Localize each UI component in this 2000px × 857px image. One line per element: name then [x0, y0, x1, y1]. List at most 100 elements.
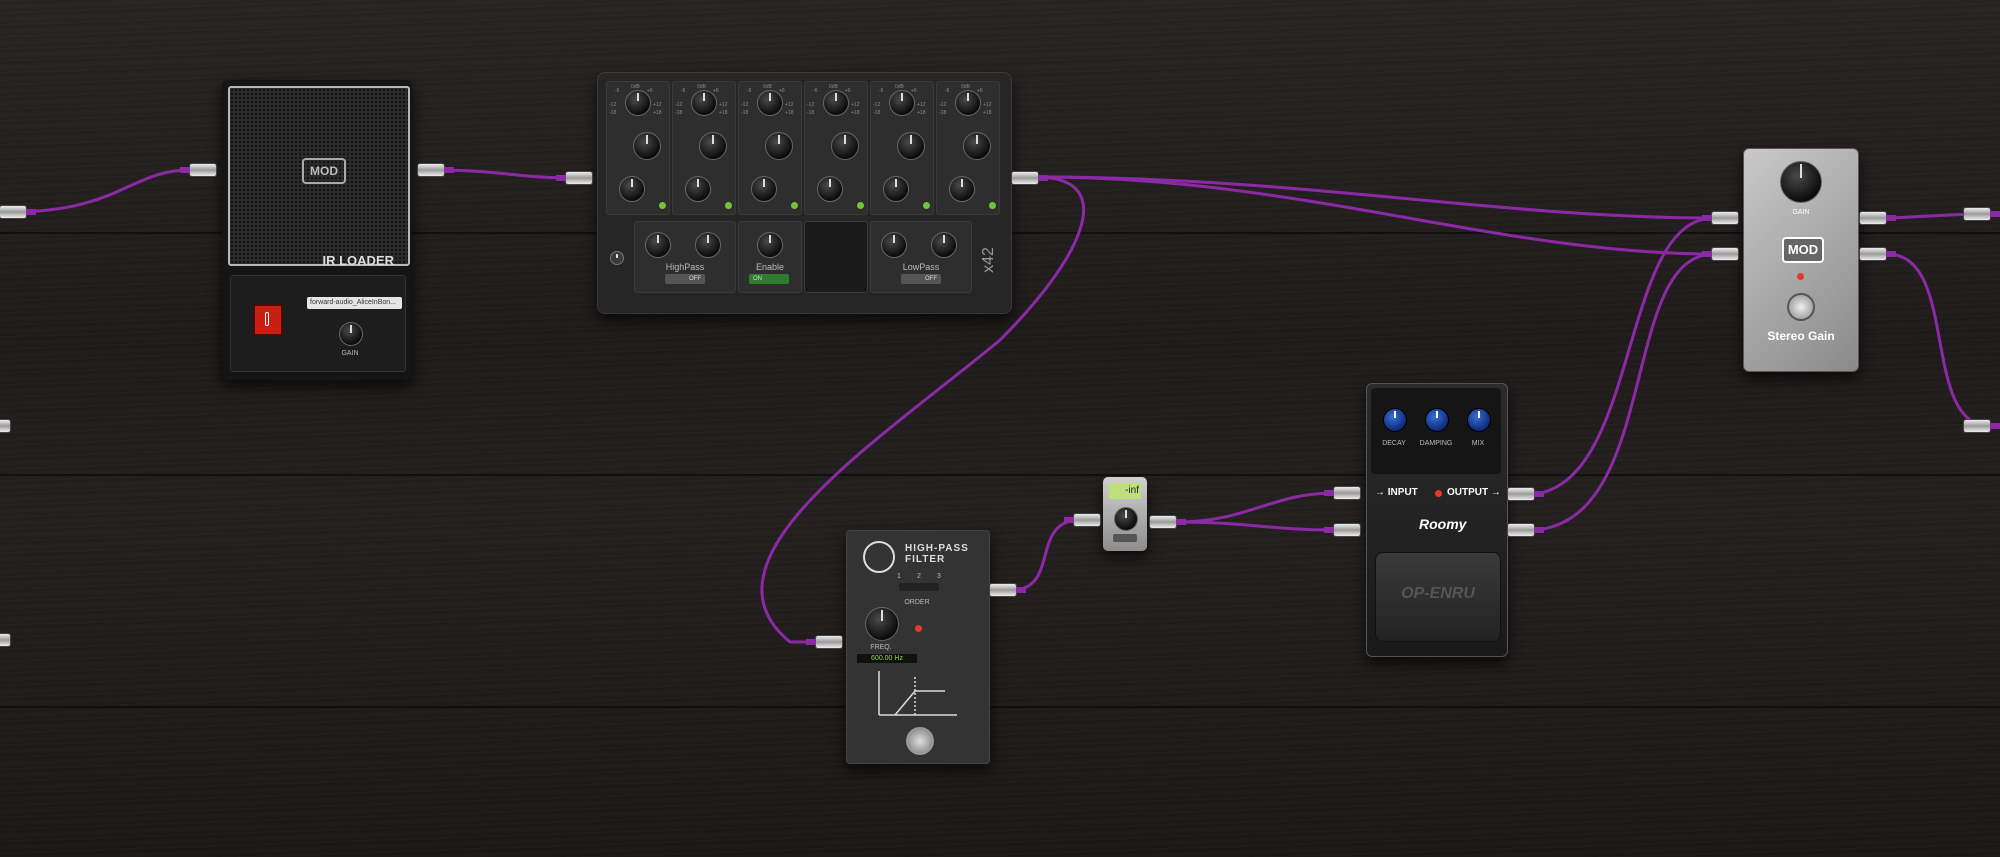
eq-highpass-freq-knob[interactable]: [645, 232, 671, 258]
roomy-damping-knob[interactable]: [1425, 408, 1449, 432]
gain-output-jack-r[interactable]: [1860, 248, 1896, 260]
hpf-footswitch[interactable]: [906, 727, 934, 755]
roomy-input-jack-r[interactable]: [1324, 524, 1360, 536]
cable-eq-to-gain-l: [1038, 175, 1715, 220]
stereo-gain-knob[interactable]: [1780, 161, 1822, 203]
eq-input-jack[interactable]: [556, 172, 592, 184]
system-output-jack-1[interactable]: [1964, 208, 2000, 220]
eq-band-4-scale-top-0: -6: [813, 88, 818, 94]
system-output-jack-2[interactable]: [1964, 420, 2000, 432]
stereo-gain-pedal[interactable]: GAIN MOD Stereo Gain: [1743, 148, 1859, 372]
eq-band-5-freq-knob[interactable]: [883, 176, 909, 202]
eq-band-2-scale-side-0: -12: [675, 102, 683, 108]
eq-band-1-led[interactable]: [659, 202, 666, 209]
hpf-title-line1: HIGH-PASS: [905, 543, 969, 554]
stereo-gain-footswitch[interactable]: [1787, 293, 1815, 321]
plugin-logo-icon: [610, 251, 624, 265]
eq-band-3-bw-knob[interactable]: [765, 132, 793, 160]
eq-lowpass-section: LowPass OFF: [870, 221, 972, 293]
ir-gain-label: GAIN: [341, 350, 359, 357]
eq-band-4-freq-knob[interactable]: [817, 176, 843, 202]
eq-band-2-bw-knob[interactable]: [699, 132, 727, 160]
gain-input-jack-r[interactable]: [1702, 248, 1738, 260]
eq-band-1-bw-knob[interactable]: [633, 132, 661, 160]
eq-band-5-scale-side-2: -18: [873, 110, 881, 116]
eq-lowpass-toggle[interactable]: OFF: [901, 274, 941, 284]
roomy-reverb-pedal[interactable]: DECAY DAMPING MIX → INPUT OUTPUT → Roomy…: [1366, 383, 1508, 657]
eq-band-1-freq-knob[interactable]: [619, 176, 645, 202]
meter-reset-knob[interactable]: [1114, 507, 1138, 531]
roomy-output-jack-l[interactable]: [1508, 488, 1544, 500]
eq-highpass-q-knob[interactable]: [695, 232, 721, 258]
arrow-right-icon: →: [1490, 487, 1501, 498]
eq-master-gain-knob[interactable]: [757, 232, 783, 258]
eq-band-2-freq-knob[interactable]: [685, 176, 711, 202]
roomy-mix-knob[interactable]: [1467, 408, 1491, 432]
hpf-order-2[interactable]: 2: [917, 573, 921, 580]
hpf-output-jack[interactable]: [990, 584, 1026, 596]
meter-input-jack[interactable]: [1064, 514, 1100, 526]
eq-band-5-led[interactable]: [923, 202, 930, 209]
ir-input-jack[interactable]: [180, 164, 216, 176]
roomy-output-jack-r[interactable]: [1508, 524, 1544, 536]
eq-band-2-scale-top-2: +6: [713, 88, 719, 94]
eq-band-3-freq-knob[interactable]: [751, 176, 777, 202]
eq-highpass-toggle[interactable]: OFF: [665, 274, 705, 284]
eq-band-3-scale-side-2: -18: [741, 110, 749, 116]
ir-file-selector[interactable]: forward-audio_AliceInBon...: [307, 297, 402, 309]
cable-meter-to-roomy-r: [1173, 520, 1337, 532]
roomy-damping-label: DAMPING: [1419, 440, 1453, 447]
power-switch[interactable]: [253, 304, 283, 336]
system-input-jack-1[interactable]: [0, 206, 36, 218]
roomy-footswitch[interactable]: OP-ENRU: [1375, 552, 1501, 642]
system-input-jack-2[interactable]: [0, 420, 10, 432]
ir-gain-knob[interactable]: [339, 322, 363, 346]
eq-band-4-bw-knob[interactable]: [831, 132, 859, 160]
hpf-freq-knob[interactable]: [865, 607, 899, 641]
eq-highpass-label: HighPass: [665, 262, 705, 272]
gain-input-jack-l[interactable]: [1702, 212, 1738, 224]
hpf-order-1[interactable]: 1: [897, 573, 901, 580]
hpf-input-jack[interactable]: [806, 636, 842, 648]
high-pass-filter-pedal[interactable]: HIGH-PASS FILTER 1 2 3 ORDER FREQ. 600.0…: [846, 530, 990, 764]
eq-enable-section: Enable ON: [738, 221, 802, 293]
x42-equalizer[interactable]: -6 0dB +6 -12 +12 -18 +18 -6 0dB +6 -12 +12 -18 +18 …: [597, 72, 1012, 314]
eq-band-1-scale-side-3: +18: [653, 110, 662, 116]
eq-band-3: -6 0dB +6 -12 +12 -18 +18: [738, 81, 802, 215]
peak-meter-pedal[interactable]: -inf: [1103, 477, 1147, 551]
eq-enable-toggle[interactable]: ON: [749, 274, 789, 284]
mod-logo: MOD: [302, 158, 346, 184]
roomy-input-text: INPUT: [1387, 487, 1418, 498]
eq-band-2-scale-side-3: +18: [719, 110, 728, 116]
eq-lowpass-state: OFF: [925, 276, 937, 282]
eq-band-6-freq-knob[interactable]: [949, 176, 975, 202]
eq-band-2: -6 0dB +6 -12 +12 -18 +18: [672, 81, 736, 215]
ir-output-jack[interactable]: [418, 164, 454, 176]
eq-band-6-led[interactable]: [989, 202, 996, 209]
hpf-title: HIGH-PASS FILTER: [905, 543, 969, 565]
eq-output-jack[interactable]: [1012, 172, 1048, 184]
eq-band-5-bw-knob[interactable]: [897, 132, 925, 160]
eq-band-2-scale-top-0: -6: [681, 88, 686, 94]
eq-band-6-scale-top-2: +6: [977, 88, 983, 94]
eq-band-5-scale-side-0: -12: [873, 102, 881, 108]
meter-output-jack[interactable]: [1150, 516, 1186, 528]
hpf-order-3[interactable]: 3: [937, 573, 941, 580]
meter-button[interactable]: [1113, 534, 1137, 542]
roomy-input-jack-l[interactable]: [1324, 487, 1360, 499]
eq-lowpass-q-knob[interactable]: [931, 232, 957, 258]
gain-output-jack-l[interactable]: [1860, 212, 1896, 224]
eq-band-5-scale-top-2: +6: [911, 88, 917, 94]
eq-band-4-led[interactable]: [857, 202, 864, 209]
eq-band-2-led[interactable]: [725, 202, 732, 209]
hpf-order-selector[interactable]: 1 2 3: [897, 573, 947, 593]
ir-control-panel: forward-audio_AliceInBon... GAIN: [230, 275, 406, 372]
stereo-gain-status-led: [1797, 273, 1804, 280]
eq-band-3-led[interactable]: [791, 202, 798, 209]
eq-band-5: -6 0dB +6 -12 +12 -18 +18: [870, 81, 934, 215]
ir-loader-pedal[interactable]: MOD IR LOADER forward-audio_AliceInBon..…: [222, 80, 412, 380]
eq-band-6-bw-knob[interactable]: [963, 132, 991, 160]
eq-lowpass-freq-knob[interactable]: [881, 232, 907, 258]
roomy-decay-knob[interactable]: [1383, 408, 1407, 432]
system-input-jack-3[interactable]: [0, 634, 10, 646]
